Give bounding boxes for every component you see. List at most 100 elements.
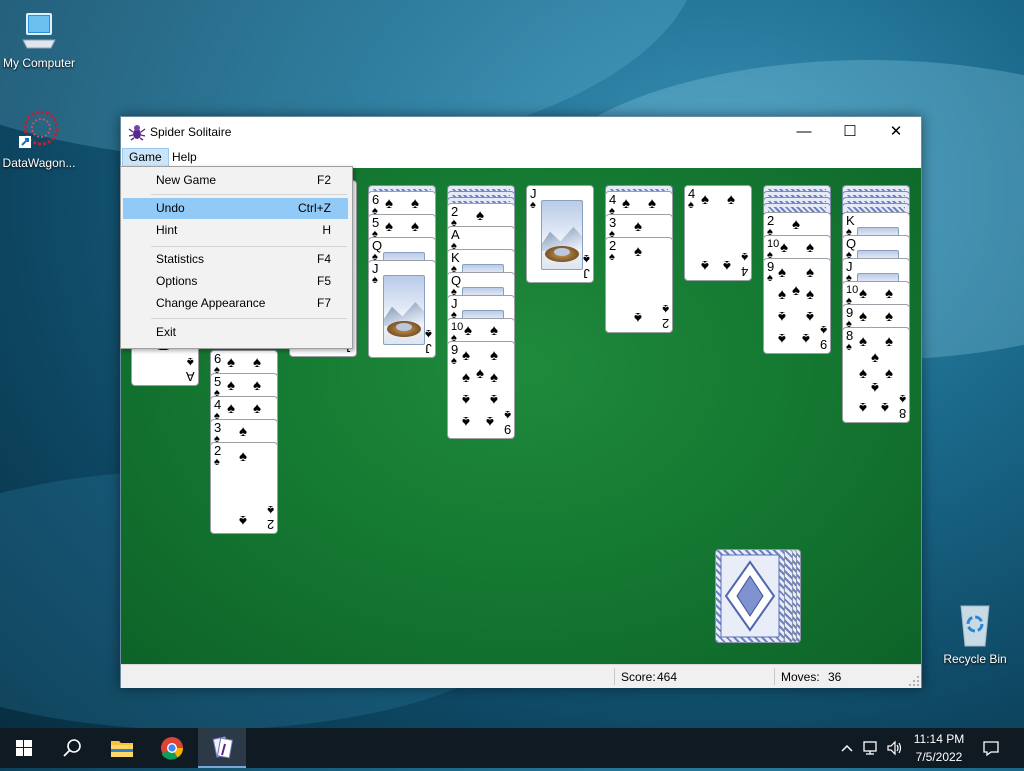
chevron-up-icon[interactable] bbox=[840, 741, 854, 755]
card-9-spades[interactable]: 9 ♠ ♠ ♠ ♠ ♠ ♠ ♠ ♠ ♠ ♠ 9 ♠ bbox=[763, 258, 831, 354]
status-bar: Score: 464 Moves: 36 bbox=[121, 664, 921, 688]
spade-pip: ♠ bbox=[239, 423, 247, 440]
card-back bbox=[715, 549, 785, 643]
spade-pip: ♠ bbox=[859, 308, 867, 325]
clock-date[interactable]: 7/5/2022 bbox=[908, 750, 970, 764]
spade-pip: ♠ bbox=[778, 308, 786, 325]
menu-item-exit[interactable]: Exit bbox=[123, 322, 348, 343]
spade-pip: ♠ bbox=[727, 191, 735, 208]
spade-icon: ♠ bbox=[372, 274, 378, 286]
maximize-button[interactable]: ☐ bbox=[827, 117, 873, 147]
spade-pip: ♠ bbox=[792, 216, 800, 233]
card-9-spades[interactable]: 9 ♠ ♠ ♠ ♠ ♠ ♠ ♠ ♠ ♠ ♠ 9 ♠ bbox=[447, 341, 515, 439]
card-rank: J♠ bbox=[583, 252, 590, 281]
desktop-icon-recycle-bin[interactable]: Recycle Bin bbox=[932, 600, 1018, 666]
spade-pip: ♠ bbox=[253, 377, 261, 394]
card-8-spades[interactable]: 8 ♠ ♠ ♠ ♠ ♠ ♠ ♠ ♠ ♠ 8 ♠ bbox=[842, 327, 910, 423]
spade-pip: ♠ bbox=[778, 330, 786, 347]
resize-grip-icon[interactable] bbox=[909, 676, 919, 686]
title-bar[interactable]: Spider Solitaire — ☐ ✕ bbox=[121, 117, 921, 147]
spade-pip: ♠ bbox=[778, 286, 786, 303]
taskbar-file-explorer[interactable] bbox=[98, 728, 146, 768]
spider-app-icon bbox=[128, 125, 146, 141]
clock-time[interactable]: 11:14 PM bbox=[908, 732, 970, 746]
spade-pip: ♠ bbox=[476, 207, 484, 224]
menu-item-shortcut: Ctrl+Z bbox=[298, 201, 331, 215]
search-icon bbox=[63, 739, 81, 757]
search-button[interactable] bbox=[48, 728, 96, 768]
card-rank: 4 ♠ bbox=[740, 250, 748, 279]
menu-item-label: Undo bbox=[156, 201, 185, 215]
spade-pip: ♠ bbox=[239, 512, 247, 529]
spade-pip: ♠ bbox=[227, 354, 235, 371]
spade-pip: ♠ bbox=[806, 239, 814, 256]
spade-pip: ♠ bbox=[634, 243, 642, 260]
volume-icon[interactable] bbox=[886, 740, 904, 756]
spade-pip: ♠ bbox=[490, 369, 498, 386]
menu-item-options[interactable]: Options F5 bbox=[123, 271, 348, 292]
spade-pip: ♠ bbox=[806, 308, 814, 325]
card-rank: A ♠ bbox=[186, 355, 195, 384]
menu-separator bbox=[151, 194, 347, 195]
menu-item-shortcut: F2 bbox=[316, 173, 331, 187]
spade-pip: ♠ bbox=[490, 322, 498, 339]
menu-item-shortcut: F7 bbox=[316, 296, 331, 310]
spade-pip: ♠ bbox=[723, 257, 731, 274]
spade-pip: ♠ bbox=[462, 413, 470, 430]
desktop-icon-label: My Computer bbox=[2, 56, 76, 70]
menu-item-shortcut: F4 bbox=[316, 252, 331, 266]
network-icon[interactable] bbox=[862, 740, 880, 756]
spade-pip: ♠ bbox=[622, 195, 630, 212]
spade-pip: ♠ bbox=[411, 195, 419, 212]
card-jack-spades[interactable]: J ♠ J ♠ bbox=[526, 185, 594, 283]
menu-item-change-appearance[interactable]: Change Appearance F7 bbox=[123, 293, 348, 314]
spade-pip: ♠ bbox=[701, 257, 709, 274]
desktop-icon-my-computer[interactable]: My Computer bbox=[0, 10, 82, 70]
start-button[interactable] bbox=[0, 728, 48, 768]
spade-pip: ♠ bbox=[780, 239, 788, 256]
card-rank: 2 ♠ bbox=[661, 302, 669, 331]
recycle-bin-icon bbox=[960, 605, 990, 647]
menu-item-shortcut: F5 bbox=[316, 274, 331, 288]
menu-separator bbox=[151, 318, 347, 319]
minimize-button[interactable]: — bbox=[781, 117, 827, 147]
chrome-icon bbox=[161, 737, 183, 760]
spade-pip: ♠ bbox=[634, 218, 642, 235]
spade-pip: ♠ bbox=[806, 264, 814, 281]
spade-pip: ♠ bbox=[885, 333, 893, 350]
taskbar: 11:14 PM 7/5/2022 bbox=[0, 728, 1024, 768]
card-2-spades[interactable]: 2 ♠ ♠ ♠ 2 ♠ bbox=[605, 237, 673, 333]
menu-item-label: Options bbox=[156, 274, 198, 288]
card-jack-spades[interactable]: J ♠ J ♠ bbox=[368, 260, 436, 358]
taskbar-chrome[interactable] bbox=[148, 728, 196, 768]
spade-icon: ♠ bbox=[688, 199, 694, 211]
menu-item-shortcut: H bbox=[322, 223, 331, 237]
card-2-spades[interactable]: 2 ♠ ♠ ♠ 2 ♠ bbox=[210, 442, 278, 534]
menu-game[interactable]: Game bbox=[122, 148, 169, 167]
menu-help[interactable]: Help bbox=[166, 149, 203, 166]
spade-pip: ♠ bbox=[227, 377, 235, 394]
close-button[interactable]: ✕ bbox=[873, 117, 919, 147]
desktop-icon-datawagon[interactable]: DataWagon... bbox=[0, 108, 82, 170]
spade-pip: ♠ bbox=[806, 286, 814, 303]
menu-item-label: Hint bbox=[156, 223, 178, 237]
menu-item-label: Change Appearance bbox=[156, 296, 266, 310]
desktop-icon-label: DataWagon... bbox=[2, 156, 76, 170]
spade-pip: ♠ bbox=[859, 399, 867, 416]
spade-pip: ♠ bbox=[871, 349, 879, 366]
notification-icon[interactable] bbox=[982, 739, 1000, 757]
menu-item-statistics[interactable]: Statistics F4 bbox=[123, 249, 348, 270]
spade-pip: ♠ bbox=[859, 285, 867, 302]
spade-pip: ♠ bbox=[464, 322, 472, 339]
menu-item-hint[interactable]: Hint H bbox=[123, 220, 348, 241]
taskbar-spider-solitaire[interactable] bbox=[198, 728, 246, 768]
menu-item-undo[interactable]: Undo Ctrl+Z bbox=[123, 198, 348, 219]
card-4-spades[interactable]: 4 ♠ ♠ ♠ ♠ ♠ 4 ♠ bbox=[684, 185, 752, 281]
menu-item-label: Statistics bbox=[156, 252, 205, 266]
spade-pip: ♠ bbox=[385, 195, 393, 212]
spade-icon: ♠ bbox=[846, 341, 852, 353]
menu-separator bbox=[151, 246, 347, 247]
menu-item-new-game[interactable]: New Game F2 bbox=[123, 170, 348, 191]
spade-icon: ♠ bbox=[214, 456, 220, 468]
spade-pip: ♠ bbox=[411, 218, 419, 235]
